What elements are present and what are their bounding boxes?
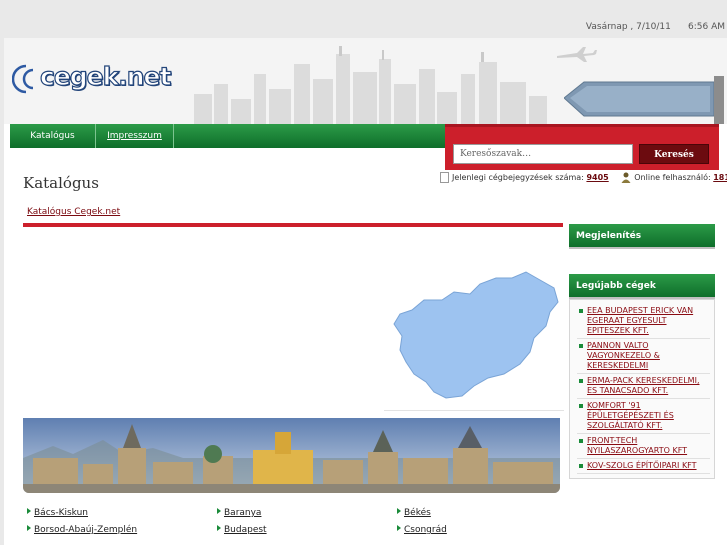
search-button[interactable]: Keresés (639, 144, 709, 164)
region-link[interactable]: Bács-Kiskun (27, 508, 88, 518)
online-label: Online felhasználó: (634, 173, 711, 182)
date-time: Vasárnap , 7/10/11 6:56 AM (585, 22, 725, 32)
signpost-icon (564, 76, 724, 124)
region-link[interactable]: Budapest (217, 525, 267, 535)
company-link[interactable]: KOMFORT '91 ÉPÜLETGÉPÉSZETI ÉS SZOLGÁLTA… (587, 401, 674, 430)
top-bar: Vasárnap , 7/10/11 6:56 AM (0, 0, 727, 38)
city-banner-image (23, 418, 560, 493)
region-link[interactable]: Békés (397, 508, 431, 518)
region-link[interactable]: Borsod-Abaúj-Zemplén (27, 525, 137, 535)
company-link[interactable]: EEA BUDAPEST ERICK VAN EGERAAT EGYESULT … (587, 306, 693, 335)
user-icon (621, 172, 631, 183)
display-panel-title: Megjelenítés (569, 224, 715, 249)
map-divider (384, 410, 564, 411)
nav-impresszum[interactable]: Impresszum (96, 124, 174, 148)
search-input[interactable]: Keresőszavak… (453, 144, 633, 164)
online-count-link[interactable]: 181 (713, 173, 727, 182)
region-link[interactable]: Csongrád (397, 525, 447, 535)
page-container: cegek.net Katalógus Impresszum Keresősza… (4, 38, 727, 545)
newest-companies-box: EEA BUDAPEST ERICK VAN EGERAAT EGYESULT … (569, 299, 715, 479)
company-link[interactable]: KOV-SZOLG ÉPÍTŐIPARI KFT (587, 461, 697, 470)
document-icon (440, 172, 449, 183)
company-link[interactable]: PANNON VALTO VAGYONKEZELO & KERESKEDELMI (587, 341, 660, 370)
site-header: cegek.net (4, 38, 727, 124)
breadcrumb-link[interactable]: Katalógus Cegek.net (27, 207, 120, 217)
hungary-map-icon[interactable] (384, 266, 564, 411)
company-list-item[interactable]: EEA BUDAPEST ERICK VAN EGERAAT EGYESULT … (577, 304, 710, 339)
newest-panel-title: Legújabb cégek (569, 274, 715, 299)
entries-count-link[interactable]: 9405 (586, 173, 608, 182)
search-panel: Keresőszavak… Keresés (445, 124, 719, 170)
newest-companies-list: EEA BUDAPEST ERICK VAN EGERAAT EGYESULT … (570, 300, 714, 478)
page-title: Katalógus (23, 174, 99, 192)
company-list-item[interactable]: ERMA-PACK KERESKEDELMI, ES TANACSADO KFT… (577, 374, 710, 399)
entries-label: Jelenlegi cégbejegyzések száma: (452, 173, 584, 182)
plane-icon (557, 47, 597, 62)
company-list-item[interactable]: PANNON VALTO VAGYONKEZELO & KERESKEDELMI (577, 339, 710, 374)
company-link[interactable]: FRONT-TECH NYILASZAROGYARTO KFT (587, 436, 687, 455)
company-link[interactable]: ERMA-PACK KERESKEDELMI, ES TANACSADO KFT… (587, 376, 700, 395)
company-list-item[interactable]: KOMFORT '91 ÉPÜLETGÉPÉSZETI ÉS SZOLGÁLTA… (577, 399, 710, 434)
company-list-item[interactable]: KOV-SZOLG ÉPÍTŐIPARI KFT (577, 459, 710, 474)
company-list-item[interactable]: FRONT-TECH NYILASZAROGYARTO KFT (577, 434, 710, 459)
signal-waves-icon (12, 64, 34, 94)
region-link[interactable]: Baranya (217, 508, 261, 518)
title-divider (23, 223, 563, 227)
main-nav: Katalógus Impresszum (10, 124, 450, 148)
site-logo[interactable]: cegek.net (12, 61, 172, 96)
nav-katalogus[interactable]: Katalógus (10, 124, 96, 148)
logo-text: cegek.net (39, 61, 172, 91)
stats-bar: Jelenlegi cégbejegyzések száma: 9405 Onl… (440, 172, 727, 183)
